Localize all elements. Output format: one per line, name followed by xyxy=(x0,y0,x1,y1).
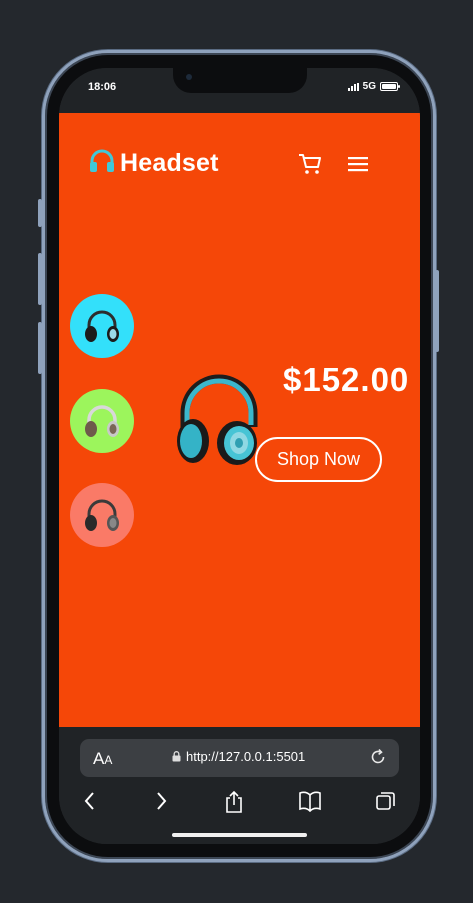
battery-icon xyxy=(380,82,400,91)
hero-headphones-image xyxy=(171,369,267,474)
bookmarks-icon[interactable] xyxy=(298,790,322,817)
product-price: $152.00 xyxy=(283,361,410,398)
lock-icon xyxy=(172,751,181,762)
headset-app: Headset $152.00 Shop Now xyxy=(59,113,420,727)
signal-icon xyxy=(347,82,359,91)
mute-switch xyxy=(38,199,42,227)
screen: 18:06 5G Headset $152.00 Shop Now AA htt… xyxy=(59,68,420,844)
headphones-icon xyxy=(88,149,116,178)
power-button xyxy=(435,270,439,352)
text-size-button[interactable]: AA xyxy=(93,749,112,769)
headphones-silver-icon xyxy=(85,405,119,437)
share-icon[interactable] xyxy=(224,790,244,819)
home-indicator[interactable] xyxy=(172,833,307,837)
thumbnail-headset-green[interactable] xyxy=(70,389,134,453)
thumbnail-headset-blue[interactable] xyxy=(70,294,134,358)
notch xyxy=(173,68,307,93)
url-display[interactable]: http://127.0.0.1:5501 xyxy=(172,749,305,764)
forward-icon[interactable] xyxy=(154,790,168,817)
reload-icon[interactable] xyxy=(369,748,387,771)
back-icon[interactable] xyxy=(83,790,97,817)
volume-down-button xyxy=(38,322,42,374)
cart-icon[interactable] xyxy=(298,153,322,180)
url-text: http://127.0.0.1:5501 xyxy=(186,749,306,764)
menu-icon[interactable] xyxy=(348,156,368,177)
nav-actions xyxy=(298,153,368,180)
camera-icon xyxy=(186,74,192,80)
tabs-icon[interactable] xyxy=(375,790,397,817)
thumbnail-headset-pink[interactable] xyxy=(70,483,134,547)
address-bar[interactable]: AA http://127.0.0.1:5501 xyxy=(80,739,399,777)
volume-up-button xyxy=(38,253,42,305)
shop-now-button[interactable]: Shop Now xyxy=(255,437,382,482)
status-time: 18:06 xyxy=(88,81,117,93)
browser-chrome: AA http://127.0.0.1:5501 xyxy=(59,727,420,844)
browser-toolbar xyxy=(59,790,420,820)
status-indicators: 5G xyxy=(347,81,400,92)
headphones-gray-icon xyxy=(85,499,119,531)
headphones-blue-icon xyxy=(85,310,119,342)
brand-name: Headset xyxy=(120,149,219,177)
brand-logo[interactable]: Headset xyxy=(88,149,219,178)
network-label: 5G xyxy=(362,81,376,92)
status-bar: 18:06 5G xyxy=(59,68,420,113)
